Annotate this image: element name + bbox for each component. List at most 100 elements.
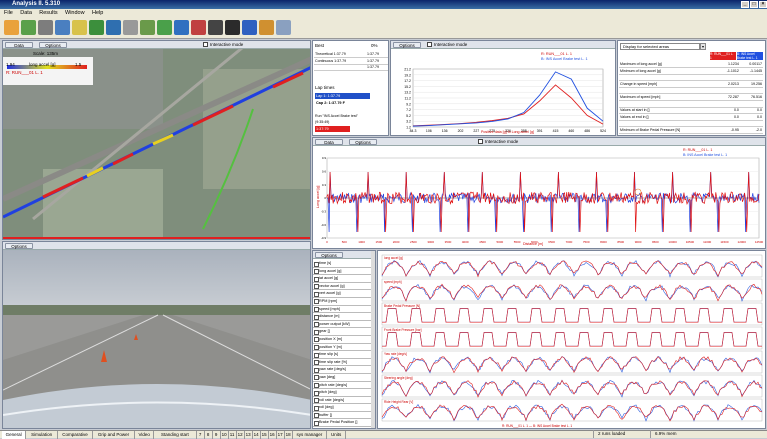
list-item[interactable]: Brake Pedal Pressure [N] xyxy=(313,427,373,428)
hist-x-tick: 227 xyxy=(473,129,479,133)
list-item[interactable]: distance [m] xyxy=(313,313,373,321)
list-item[interactable]: RPM [rpm] xyxy=(313,298,373,306)
map-data-button[interactable]: Data xyxy=(5,42,33,48)
table-row: Minimum of long accel [g] -1.1012 -1.1445 xyxy=(619,67,763,75)
trace-x-tick: 8000 xyxy=(600,240,607,244)
histogram-icon[interactable] xyxy=(140,20,155,35)
strip-charts-panel: long accel [g] speed [mph] Brake Pedal Pre… xyxy=(377,250,766,429)
chevron-down-icon[interactable]: ▾ xyxy=(700,43,706,50)
list-item[interactable]: pitch rate [deg/s] xyxy=(313,382,373,390)
channels-scrollbar[interactable] xyxy=(371,251,375,428)
list-item[interactable]: power output [kW] xyxy=(313,321,373,329)
stats-cell xyxy=(717,120,740,128)
trace-data-button[interactable]: Data xyxy=(315,139,343,145)
list-item[interactable]: lat accel [g] xyxy=(313,275,373,283)
video-options-button[interactable]: Options xyxy=(5,243,33,249)
stats-cell: 0.0 xyxy=(739,107,763,115)
lap-table-icon[interactable] xyxy=(208,20,223,35)
hist-options-button[interactable]: Options xyxy=(393,42,421,48)
distance-trace-chart[interactable]: 0.90.60.30-0.3-0.6-0.90 500 1000 1500 2000 25… xyxy=(313,146,766,249)
bar-chart-icon[interactable] xyxy=(106,20,121,35)
table-icon[interactable] xyxy=(55,20,70,35)
list-item[interactable]: roll rate [deg/s] xyxy=(313,397,373,405)
gauge-icon[interactable] xyxy=(72,20,87,35)
list-item[interactable]: vert accel [g] xyxy=(313,290,373,298)
maximize-button[interactable]: □ xyxy=(750,1,758,8)
menu-help[interactable]: Help xyxy=(92,10,103,16)
list-item[interactable]: buffer [] xyxy=(313,412,373,420)
list-item[interactable]: time [s] xyxy=(313,260,373,268)
trace-options-button[interactable]: Options xyxy=(349,139,377,145)
notes-icon[interactable] xyxy=(259,20,274,35)
strip-plot xyxy=(381,254,763,278)
hist-interactive-checkbox[interactable] xyxy=(427,42,432,47)
scatter-icon[interactable] xyxy=(157,20,172,35)
list-item[interactable]: gear [] xyxy=(313,328,373,336)
red-lap-item[interactable]: 1:37:79 xyxy=(315,126,350,132)
lap-times-label: Lap times xyxy=(315,85,335,90)
histogram-chart[interactable]: 21.219.217.215.213.211.29.27.25.23.21.28… xyxy=(391,49,616,136)
hist-x-tick: 524 xyxy=(600,129,606,133)
lap-1-item[interactable]: Lap 1: 1:37.79 xyxy=(315,93,370,99)
list-item[interactable]: yaw rate [deg/s] xyxy=(313,366,373,374)
list-item[interactable]: long accel [g] xyxy=(313,268,373,276)
hist-interactive-label: Interactive mode xyxy=(434,42,468,47)
map-interactive-checkbox[interactable] xyxy=(203,42,208,47)
list-item[interactable]: Brake Pedal Position [] xyxy=(313,419,373,428)
stopwatch-icon[interactable] xyxy=(123,20,138,35)
list-item[interactable]: time slip [s] xyxy=(313,351,373,359)
trace-x-tick: 1500 xyxy=(375,240,382,244)
trace-x-tick: 12000 xyxy=(738,240,747,244)
table-row: Minimum of Brake Pedal Pressure [N] -0.95… xyxy=(619,126,763,135)
satellite-map[interactable] xyxy=(3,49,311,240)
stats-col-red: R: RUN___01 L. 1 xyxy=(710,52,736,60)
channels-options-button[interactable]: Options xyxy=(315,252,343,258)
hist-xlabel: Positive data [g] fo Long accel [g] xyxy=(481,130,534,134)
laps-table: Theoretical 1:37.79 1:37.79 Continuous 1:… xyxy=(314,51,388,72)
trace-x-tick: 9000 xyxy=(635,240,642,244)
menu-results[interactable]: Results xyxy=(39,10,57,16)
stats-cell: Minimum of Brake Pedal Pressure [N] xyxy=(619,126,718,135)
table-row[interactable]: Continuous 1:37.79 1:37.79 xyxy=(314,57,388,65)
table-row: Maximum of speed [mph] 72.287 76.516 xyxy=(619,93,763,102)
list-item[interactable]: speed [mph] xyxy=(313,306,373,314)
play-video-icon[interactable] xyxy=(242,20,257,35)
settings-icon[interactable] xyxy=(276,20,291,35)
list-item[interactable]: roll [deg] xyxy=(313,404,373,412)
stats-cell xyxy=(717,87,740,95)
strip-label: Brake Pedal Pressure [N] xyxy=(384,304,420,308)
display-areas-dropdown[interactable]: Display for selected areas xyxy=(620,43,700,50)
onboard-video[interactable] xyxy=(3,250,311,429)
table-row[interactable]: 1:37.79 xyxy=(314,64,388,72)
close-button[interactable]: × xyxy=(759,1,767,8)
strip-charts[interactable]: long accel [g] speed [mph] Brake Pedal Pre… xyxy=(378,251,766,429)
stats-panel: Display for selected areas ▾ R: RUN___01… xyxy=(617,40,766,136)
list-item[interactable]: pitch [deg] xyxy=(313,389,373,397)
load-run-icon[interactable] xyxy=(21,20,36,35)
table-row[interactable]: Theoretical 1:37.79 1:37.79 xyxy=(314,51,388,59)
multi-chart-icon[interactable] xyxy=(174,20,189,35)
open-folder-icon[interactable] xyxy=(4,20,19,35)
lap-2-item[interactable]: Cap 2: 1:37.79 F xyxy=(315,100,370,106)
list-item[interactable]: position X [m] xyxy=(313,336,373,344)
menu-window[interactable]: Window xyxy=(65,10,85,16)
hist-x-tick: 460 xyxy=(568,129,574,133)
menu-data[interactable]: Data xyxy=(20,10,32,16)
strip-plot xyxy=(381,374,763,398)
stats-cell: Maximum of long accel [g] xyxy=(619,61,718,69)
record-icon[interactable] xyxy=(225,20,240,35)
list-item[interactable]: position Y [m] xyxy=(313,344,373,352)
report-icon[interactable] xyxy=(191,20,206,35)
list-item[interactable]: time slip rate [%] xyxy=(313,359,373,367)
map-legend-min: 1.94 xyxy=(6,62,15,67)
list-item[interactable]: vector accel [g] xyxy=(313,283,373,291)
minimize-button[interactable]: _ xyxy=(741,1,749,8)
stats-cell: 0.00117 xyxy=(739,61,763,69)
trace-interactive-checkbox[interactable] xyxy=(478,139,483,144)
menu-file[interactable]: File xyxy=(4,10,13,16)
hist-y-tick: 11.2 xyxy=(404,97,411,101)
list-item[interactable]: yaw [deg] xyxy=(313,374,373,382)
map-options-button[interactable]: Options xyxy=(39,42,67,48)
line-graph-icon[interactable] xyxy=(89,20,104,35)
print-icon[interactable] xyxy=(38,20,53,35)
